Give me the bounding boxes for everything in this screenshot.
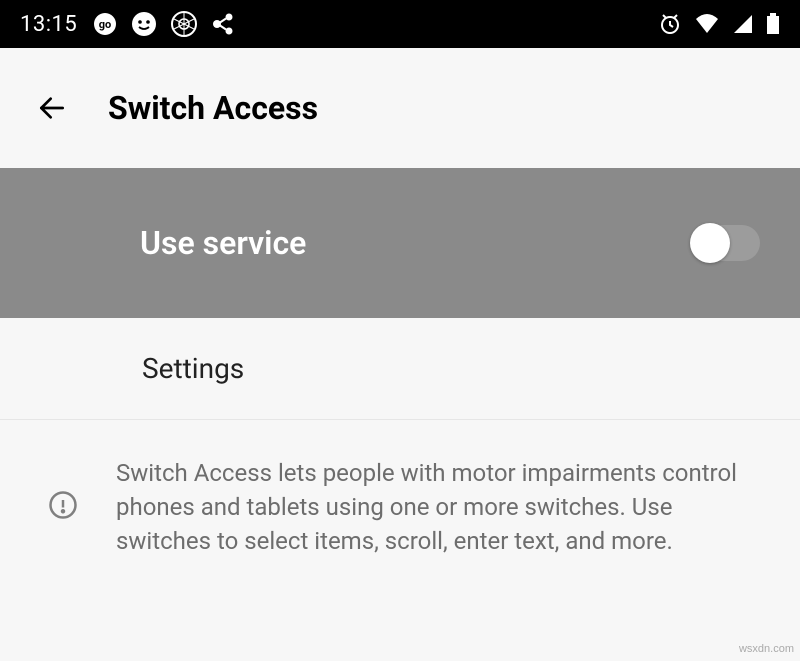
back-button[interactable] xyxy=(36,92,68,124)
cellular-icon xyxy=(732,13,754,35)
wifi-icon xyxy=(694,13,720,35)
use-service-label: Use service xyxy=(140,224,306,262)
status-left: 13:15 go xyxy=(20,11,237,37)
share-app-icon xyxy=(211,11,237,37)
page-title: Switch Access xyxy=(108,89,318,127)
toggle-thumb xyxy=(690,223,730,263)
face-app-icon xyxy=(131,11,157,37)
battery-icon xyxy=(766,13,780,35)
app-header: Switch Access xyxy=(0,48,800,168)
info-text: Switch Access lets people with motor imp… xyxy=(116,456,760,558)
status-time: 13:15 xyxy=(20,12,77,37)
use-service-toggle[interactable] xyxy=(692,225,760,261)
info-row: Switch Access lets people with motor imp… xyxy=(0,420,800,558)
notification-icons: go xyxy=(93,11,237,37)
go-app-icon: go xyxy=(93,12,117,36)
watermark: wsxdn.com xyxy=(739,643,794,655)
info-icon xyxy=(48,490,78,524)
status-bar: 13:15 go xyxy=(0,0,800,48)
use-service-row[interactable]: Use service xyxy=(0,168,800,318)
settings-label: Settings xyxy=(142,352,244,385)
alarm-icon xyxy=(658,12,682,36)
settings-row[interactable]: Settings xyxy=(0,318,800,420)
svg-text:go: go xyxy=(99,18,112,31)
status-right xyxy=(658,12,780,36)
shield-app-icon xyxy=(171,11,197,37)
